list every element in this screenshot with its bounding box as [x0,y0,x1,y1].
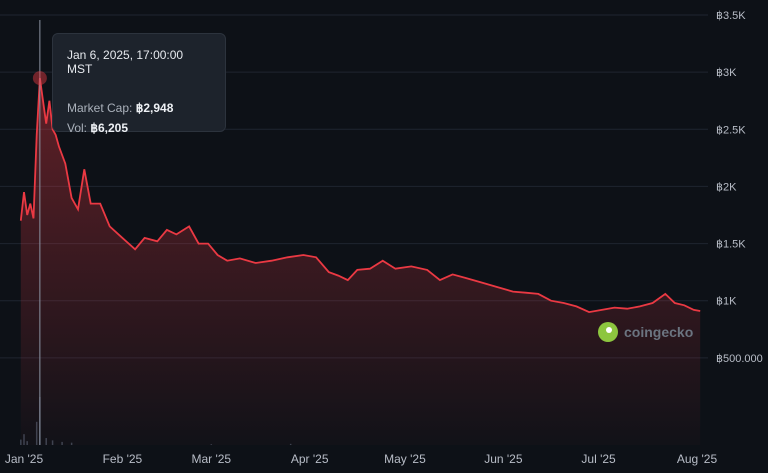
x-tick-label: Aug '25 [677,452,718,466]
x-tick-label: Feb '25 [103,452,143,466]
y-axis-labels: ฿500.000 ฿1K ฿1.5K ฿2K ฿2.5K ฿3K ฿3.5K [716,10,763,365]
hover-point [32,71,47,86]
y-tick-label: ฿3.5K [716,10,746,22]
chart-tooltip: Jan 6, 2025, 17:00:00 MST Market Cap: ฿2… [52,33,226,135]
y-tick-label: ฿500.000 [716,353,763,365]
y-tick-label: ฿2.5K [716,124,746,136]
x-tick-label: Mar '25 [191,452,231,466]
tooltip-market-cap-label: Market Cap: [67,101,133,115]
x-tick-label: Jun '25 [484,452,523,466]
tooltip-volume: Vol: ฿6,205 [67,118,211,138]
tooltip-vol-label: Vol: [67,121,88,135]
y-tick-label: ฿1.5K [716,239,746,251]
x-tick-label: Jul '25 [581,452,616,466]
tooltip-vol-value: ฿6,205 [90,121,129,135]
x-tick-label: May '25 [384,452,426,466]
gecko-logo-icon [598,322,618,342]
coingecko-watermark: coingecko [598,322,693,342]
x-axis-labels: Jan '25 Feb '25 Mar '25 Apr '25 May '25 Jun '… [5,452,718,466]
tooltip-market-cap: Market Cap: ฿2,948 [67,98,211,118]
x-tick-label: Jan '25 [5,452,44,466]
y-tick-label: ฿3K [716,67,737,79]
watermark-text: coingecko [624,324,694,340]
x-tick-label: Apr '25 [291,452,329,466]
tooltip-market-cap-value: ฿2,948 [135,101,174,115]
y-tick-label: ฿1K [716,296,737,308]
tooltip-date: Jan 6, 2025, 17:00:00 MST [67,48,184,76]
y-tick-label: ฿2K [716,181,737,193]
